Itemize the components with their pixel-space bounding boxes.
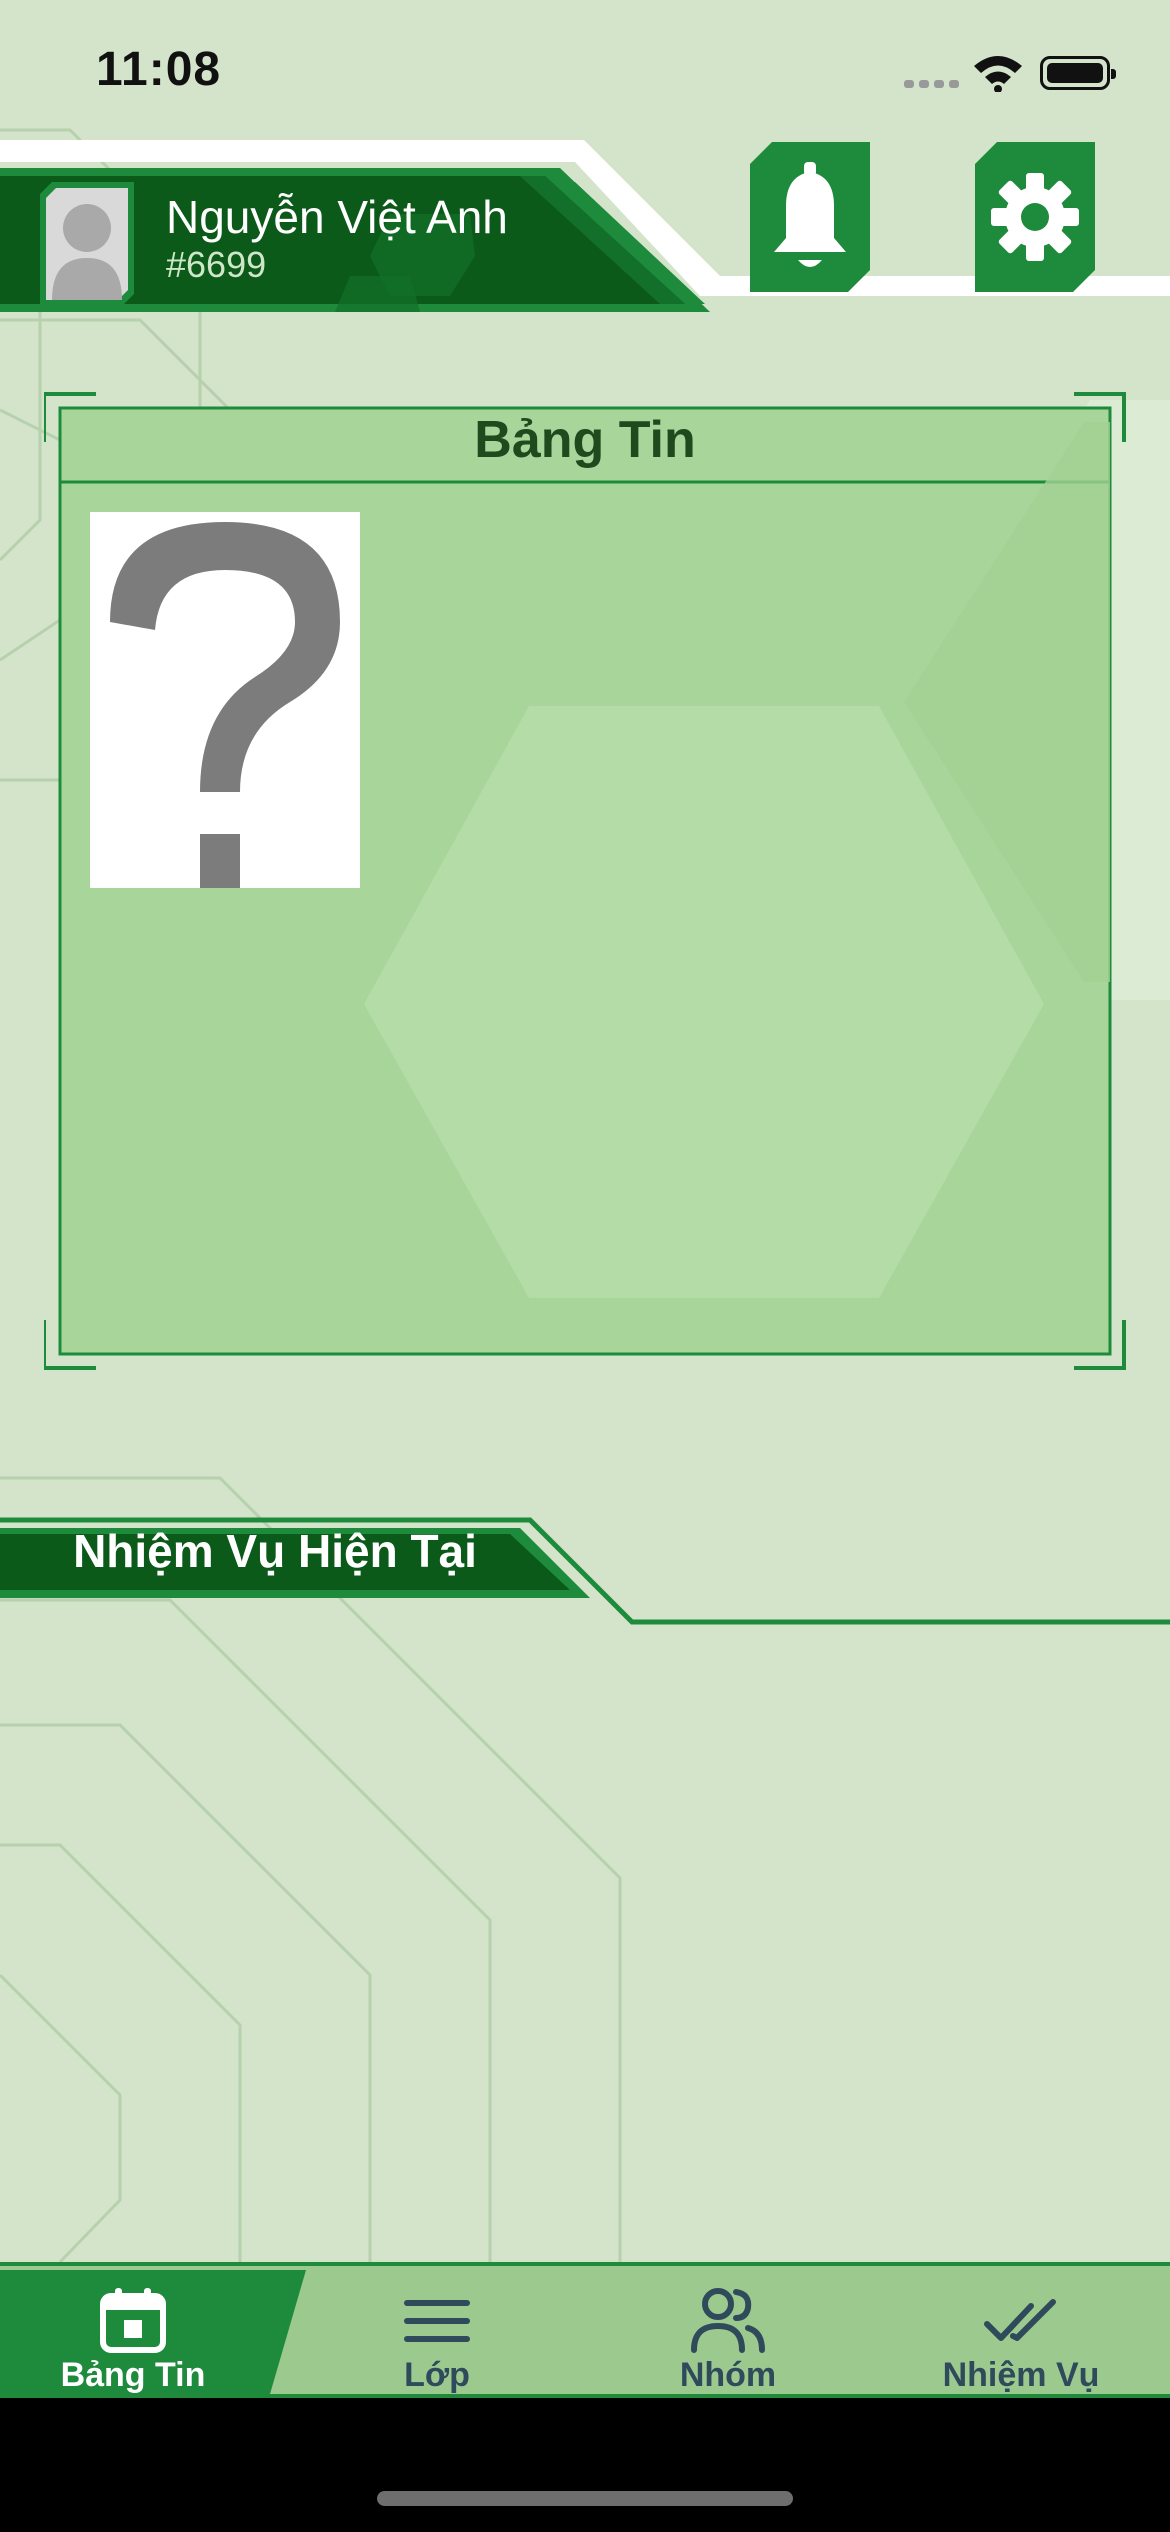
cellular-signal-icon: [904, 80, 959, 88]
notifications-button[interactable]: [750, 142, 870, 292]
nav-tab-group[interactable]: Nhóm: [583, 2286, 873, 2394]
news-title: Bảng Tin: [474, 411, 696, 469]
status-time: 11:08: [96, 43, 222, 96]
nav-tab-tasks-label: Nhiệm Vụ: [942, 2356, 1100, 2394]
gear-icon: [991, 173, 1079, 261]
people-icon: [691, 2288, 765, 2353]
double-check-icon: [984, 2299, 1056, 2341]
user-name: Nguyễn Việt Anh: [166, 191, 508, 243]
nav-tab-tasks[interactable]: Nhiệm Vụ: [876, 2286, 1166, 2394]
nav-tab-news[interactable]: Bảng Tin: [0, 2286, 278, 2394]
user-id: #6699: [166, 244, 267, 285]
nav-tab-class[interactable]: Lớp: [292, 2286, 582, 2394]
calendar-icon: [100, 2288, 166, 2353]
news-image[interactable]: [90, 512, 360, 888]
nav-tab-group-label: Nhóm: [679, 2356, 777, 2394]
home-indicator[interactable]: [377, 2491, 793, 2506]
settings-button[interactable]: [975, 142, 1095, 292]
current-task-title: Nhiệm Vụ Hiện Tại: [73, 1525, 477, 1577]
battery-icon: [1040, 56, 1116, 90]
nav-tab-news-label: Bảng Tin: [60, 2356, 206, 2394]
system-bottom-area: [0, 2398, 1170, 2532]
nav-tab-class-label: Lớp: [404, 2356, 470, 2394]
menu-lines-icon: [404, 2300, 470, 2342]
question-mark-icon: [110, 522, 340, 888]
avatar[interactable]: [40, 182, 134, 306]
wifi-icon: [974, 56, 1022, 92]
